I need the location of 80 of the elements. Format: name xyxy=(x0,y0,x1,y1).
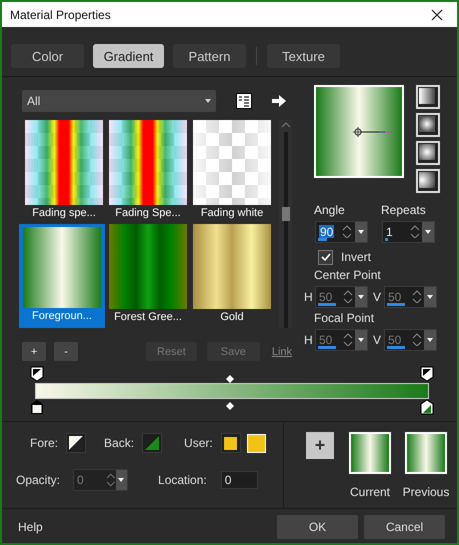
spin-arrows-icon[interactable] xyxy=(412,333,422,347)
repeats-spinner[interactable]: 1 xyxy=(382,221,435,243)
spin-arrows-icon[interactable] xyxy=(343,290,353,304)
filter-dropdown[interactable]: All xyxy=(22,90,216,112)
gradient-item[interactable]: Fading Spe... xyxy=(106,120,190,224)
foreground-swatch[interactable] xyxy=(66,433,86,453)
swatch-label: Previous xyxy=(402,485,450,499)
user-swatch[interactable] xyxy=(220,433,241,453)
gradient-preview[interactable] xyxy=(314,85,404,178)
spin-arrows-icon[interactable] xyxy=(412,290,422,304)
scrollbar-thumb[interactable] xyxy=(282,207,290,221)
caret-icon[interactable] xyxy=(355,222,367,242)
add-button[interactable]: + xyxy=(306,432,334,459)
gallery-button[interactable]: + xyxy=(22,342,46,361)
caret-icon[interactable] xyxy=(422,222,434,242)
checkbox-label: Invert xyxy=(341,250,372,264)
point-spinner[interactable]: 50 xyxy=(384,329,437,351)
caret-icon[interactable] xyxy=(355,330,367,350)
close-icon[interactable] xyxy=(431,8,443,20)
gradient-item[interactable]: Gold xyxy=(190,224,274,328)
window-title: Material Properties xyxy=(10,8,112,22)
color-stop-icon[interactable] xyxy=(30,366,44,382)
point-spinner[interactable]: 50 xyxy=(315,286,368,308)
scrollbar[interactable] xyxy=(279,120,292,328)
point-spinner[interactable]: 50 xyxy=(384,286,437,308)
angle-spinner[interactable]: 90 xyxy=(315,221,368,243)
spin-arrows-icon[interactable] xyxy=(410,225,420,239)
field-label: Repeats xyxy=(381,203,426,217)
tab[interactable]: Gradient xyxy=(93,44,164,68)
checkmark-icon xyxy=(320,253,330,261)
invert-checkbox[interactable] xyxy=(318,250,333,264)
gradient-style-button[interactable] xyxy=(416,85,440,109)
gradient-item[interactable]: Forest Gree... xyxy=(106,224,190,328)
fore-label: Fore: xyxy=(30,436,58,450)
gradient-style-button[interactable] xyxy=(416,141,440,165)
color-stop-icon[interactable] xyxy=(420,399,434,415)
location-label: Location: xyxy=(158,473,207,487)
gradient-item[interactable]: Fading spe... xyxy=(22,120,106,224)
user-label: User: xyxy=(184,436,213,450)
axis-label: V xyxy=(373,290,382,304)
caret-icon[interactable] xyxy=(424,330,436,350)
caret-icon[interactable] xyxy=(424,287,436,307)
axis-label: V xyxy=(373,333,382,347)
scroll-up-icon[interactable] xyxy=(280,122,291,128)
list-icon[interactable] xyxy=(236,92,252,108)
tab[interactable]: Color xyxy=(11,44,84,68)
location-field[interactable]: 0 xyxy=(220,471,258,489)
back-label: Back: xyxy=(104,436,134,450)
gradient-style-button[interactable] xyxy=(416,169,440,193)
dialog-button[interactable]: OK xyxy=(277,514,358,538)
gradient-item[interactable]: Foregroun... xyxy=(19,224,105,328)
axis-label: H xyxy=(304,290,314,304)
gallery-button[interactable]: - xyxy=(54,342,78,361)
section-label: Center Point xyxy=(313,268,382,282)
midpoint-marker-icon[interactable] xyxy=(226,402,234,410)
swatch-label: Current xyxy=(350,485,390,499)
gradient-swatch[interactable] xyxy=(405,432,447,474)
gradient-swatch[interactable] xyxy=(349,432,391,474)
gradient-bar[interactable] xyxy=(35,383,429,399)
caret-icon[interactable] xyxy=(355,287,367,307)
angle-handle-icon[interactable] xyxy=(353,126,393,136)
color-stop-icon[interactable] xyxy=(30,399,44,415)
dialog-button[interactable]: Cancel xyxy=(364,514,445,538)
user-color-swatch[interactable] xyxy=(246,434,266,452)
spin-arrows-icon[interactable] xyxy=(343,333,353,347)
spin-arrows-icon[interactable] xyxy=(342,225,352,239)
gradient-item[interactable]: Fading white xyxy=(190,120,274,224)
point-spinner[interactable]: 50 xyxy=(315,329,368,351)
axis-label: H xyxy=(304,333,314,347)
section-label: Focal Point xyxy=(313,311,376,325)
tab[interactable]: Pattern xyxy=(173,44,246,68)
color-stop-icon[interactable] xyxy=(420,366,434,382)
help-link[interactable]: Help xyxy=(18,520,277,534)
caret-icon[interactable] xyxy=(205,98,211,102)
gradient-style-button[interactable] xyxy=(416,113,440,137)
tab[interactable]: Texture xyxy=(267,44,340,68)
background-swatch[interactable] xyxy=(142,433,162,453)
field-label: Angle xyxy=(314,203,346,217)
right-arrow-icon[interactable] xyxy=(272,94,286,106)
opacity-label: Opacity: xyxy=(16,473,60,487)
